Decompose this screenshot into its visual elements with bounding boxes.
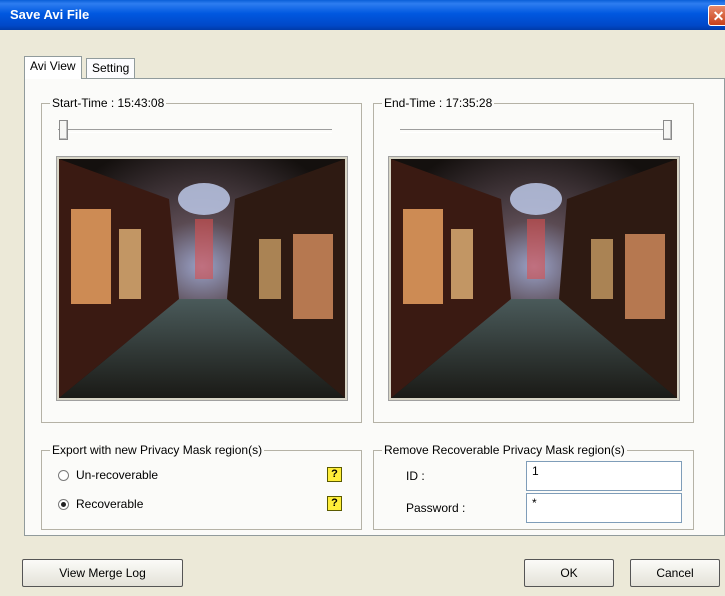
start-slider-thumb[interactable] bbox=[59, 120, 68, 140]
tab-avi-view[interactable]: Avi View bbox=[24, 56, 82, 79]
option-recoverable[interactable]: Recoverable bbox=[58, 496, 318, 514]
start-time-slider[interactable] bbox=[56, 118, 334, 142]
cancel-button[interactable]: Cancel bbox=[630, 559, 720, 587]
tab-panel-avi-view: Start-Time : 15:43:08 End-Time: 17:35:2… bbox=[24, 78, 725, 536]
recoverable-radio[interactable] bbox=[58, 499, 69, 510]
start-slider-track bbox=[58, 129, 332, 133]
help-icon[interactable]: ? bbox=[327, 467, 342, 482]
window-title: Save Avi File bbox=[10, 7, 90, 22]
start-frame-image bbox=[59, 159, 345, 398]
end-time-group: End-Time : 17:35:28 bbox=[373, 96, 694, 423]
end-time-slider[interactable] bbox=[398, 118, 678, 142]
start-frame-preview bbox=[56, 156, 348, 401]
end-time-label: End-Time : 17:35:28 bbox=[382, 96, 495, 110]
end-slider-track bbox=[400, 129, 672, 133]
end-slider-thumb[interactable] bbox=[663, 120, 672, 140]
un-recoverable-label: Un-recoverable bbox=[76, 468, 159, 482]
end-frame-preview bbox=[388, 156, 680, 401]
start-time-label: Start-Time : 15:43:08 bbox=[50, 96, 167, 110]
password-label: Password : bbox=[406, 501, 466, 515]
end-frame-image bbox=[391, 159, 677, 398]
export-privacy-mask-label: Export with new Privacy Mask region(s) bbox=[50, 443, 265, 457]
view-merge-log-button[interactable]: View Merge Log bbox=[22, 559, 183, 587]
recoverable-label: Recoverable bbox=[76, 497, 144, 511]
password-input[interactable]: * bbox=[526, 493, 682, 523]
tab-setting[interactable]: Setting bbox=[86, 58, 136, 78]
ok-button[interactable]: OK bbox=[524, 559, 614, 587]
help-icon[interactable]: ? bbox=[327, 496, 342, 511]
id-label: ID : bbox=[406, 469, 425, 483]
start-time-group: Start-Time : 15:43:08 bbox=[41, 96, 362, 423]
un-recoverable-radio[interactable] bbox=[58, 470, 69, 481]
remove-privacy-mask-label: Remove Recoverable Privacy Mask region(s… bbox=[382, 443, 627, 457]
option-un-recoverable[interactable]: Un-recoverable bbox=[58, 467, 338, 485]
id-input[interactable]: 1 bbox=[526, 461, 682, 491]
export-privacy-mask-group: Export with new Privacy Mask region(s) U… bbox=[41, 443, 362, 530]
remove-privacy-mask-group: Remove Recoverable Privacy Mask region(s… bbox=[373, 443, 694, 530]
close-button[interactable]: ✕ bbox=[708, 5, 725, 26]
title-bar: Save Avi File ✕ bbox=[0, 0, 725, 30]
